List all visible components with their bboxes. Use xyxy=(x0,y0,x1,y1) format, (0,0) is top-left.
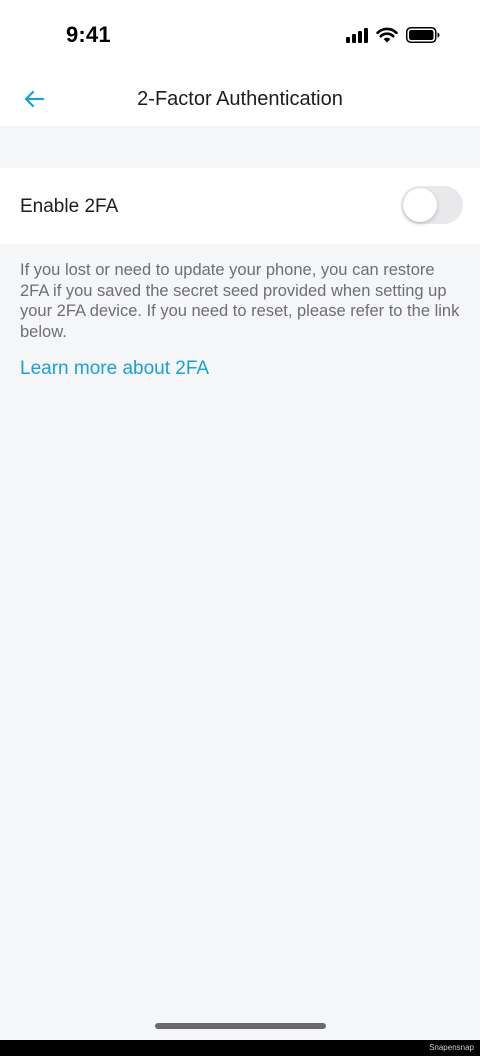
header: 2-Factor Authentication xyxy=(0,72,480,126)
learn-more-link[interactable]: Learn more about 2FA xyxy=(20,358,209,380)
enable-2fa-toggle[interactable] xyxy=(401,186,463,224)
status-icons xyxy=(346,26,440,44)
page-title: 2-Factor Authentication xyxy=(137,88,343,110)
enable-2fa-row: Enable 2FA xyxy=(0,168,480,244)
status-bar: 9:41 xyxy=(0,0,480,72)
toggle-knob xyxy=(403,188,437,222)
screen: 9:41 2-Factor Authentication Enable 2FA … xyxy=(0,0,480,1056)
home-indicator[interactable] xyxy=(155,1023,326,1029)
wifi-icon xyxy=(376,27,398,43)
signal-icon xyxy=(346,27,368,43)
watermark-text: Snapensnap xyxy=(429,1043,474,1052)
watermark-bar: Snapensnap xyxy=(0,1040,480,1056)
status-time: 9:41 xyxy=(66,22,111,47)
battery-icon xyxy=(406,27,440,43)
enable-2fa-label: Enable 2FA xyxy=(20,196,119,217)
description-text: If you lost or need to update your phone… xyxy=(20,261,460,341)
